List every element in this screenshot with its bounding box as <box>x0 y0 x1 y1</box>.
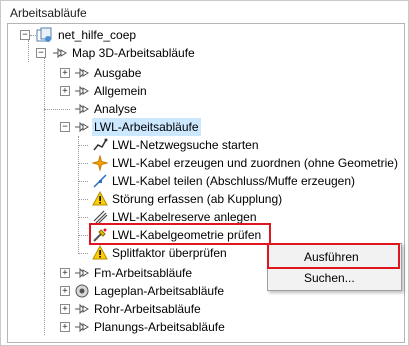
panel-title: Arbeitsabläufe <box>10 6 87 20</box>
tree-item-root[interactable]: − net_hilfe_coep <box>8 26 398 44</box>
collapse-icon[interactable]: − <box>36 48 46 58</box>
tree-item-lwl[interactable]: − LWL-Arbeitsabläufe <box>8 118 398 136</box>
workflow-group-icon <box>75 121 89 133</box>
highlight-box-tree-item <box>89 223 271 245</box>
collapse-icon[interactable]: − <box>20 30 30 40</box>
tree-label: Störung erfassen (ab Kupplung) <box>112 192 283 206</box>
tree-label-planung: Planungs-Arbeitsabläufe <box>94 320 225 334</box>
tree-item-lwl-kabel-erzeugen[interactable]: LWL-Kabel erzeugen und zuordnen (ohne Ge… <box>8 154 398 172</box>
expand-icon[interactable]: + <box>60 286 70 296</box>
sparkle-create-icon <box>92 155 108 171</box>
tree-label: LWL-Netzwegsuche starten <box>112 138 259 152</box>
tree-item-lwl-netzwegsuche[interactable]: LWL-Netzwegsuche starten <box>8 136 398 154</box>
tree-label-map3d: Map 3D-Arbeitsabläufe <box>72 46 195 60</box>
tree-label-fm: Fm-Arbeitsabläufe <box>94 266 193 280</box>
warning-icon <box>92 245 108 260</box>
workflow-group-icon <box>75 321 89 333</box>
expand-icon[interactable]: + <box>60 304 70 314</box>
tree-label-lwl: LWL-Arbeitsabläufe <box>92 118 201 136</box>
workflow-tree[interactable]: − net_hilfe_coep − Map 3D-Arbeitsabläufe… <box>7 23 405 343</box>
tree-label-root: net_hilfe_coep <box>58 28 137 42</box>
tree-label-analyse: Analyse <box>94 102 137 116</box>
tree-label-ausgabe: Ausgabe <box>94 66 142 80</box>
workflow-group-icon <box>75 303 89 315</box>
menu-item-search[interactable]: Suchen... <box>268 268 401 288</box>
project-icon <box>36 27 52 42</box>
warning-icon <box>92 191 108 206</box>
tree-label-rohr: Rohr-Arbeitsabläufe <box>94 302 201 316</box>
tree-label: Splitfaktor überprüfen <box>112 246 227 260</box>
site-plan-icon <box>75 284 89 298</box>
workflow-group-icon <box>75 267 89 279</box>
highlight-box-run <box>267 243 400 269</box>
tree-item-allgemein[interactable]: + Allgemein <box>8 82 398 100</box>
tree-label-allgemein: Allgemein <box>94 84 147 98</box>
tree-item-planung[interactable]: + Planungs-Arbeitsabläufe <box>8 318 398 336</box>
tree-item-stoerung[interactable]: Störung erfassen (ab Kupplung) <box>8 190 398 208</box>
workflow-group-icon <box>53 47 67 59</box>
workflow-group-icon <box>75 85 89 97</box>
tree-item-analyse[interactable]: Analyse <box>8 100 398 118</box>
tree-label-lageplan: Lageplan-Arbeitsabläufe <box>94 284 225 298</box>
expand-icon[interactable]: + <box>60 68 70 78</box>
split-cable-icon <box>93 174 107 188</box>
tree-item-rohr[interactable]: + Rohr-Arbeitsabläufe <box>8 300 398 318</box>
workflow-group-icon <box>75 103 89 115</box>
route-search-icon <box>93 138 108 151</box>
tree-label: LWL-Kabel teilen (Abschluss/Muffe erzeug… <box>112 174 356 188</box>
tree-item-lwl-kabel-teilen[interactable]: LWL-Kabel teilen (Abschluss/Muffe erzeug… <box>8 172 398 190</box>
tree-item-ausgabe[interactable]: + Ausgabe <box>8 64 398 82</box>
workflow-group-icon <box>75 67 89 79</box>
expand-icon[interactable]: + <box>60 86 70 96</box>
tree-label: LWL-Kabel erzeugen und zuordnen (ohne Ge… <box>112 156 398 170</box>
tree-item-map3d[interactable]: − Map 3D-Arbeitsabläufe <box>8 44 398 62</box>
expand-icon[interactable]: + <box>60 322 70 332</box>
collapse-icon[interactable]: − <box>60 122 70 132</box>
expand-icon[interactable]: + <box>60 268 70 278</box>
workflows-panel: Arbeitsabläufe − net_hilfe_coep − Map 3D <box>0 0 409 346</box>
